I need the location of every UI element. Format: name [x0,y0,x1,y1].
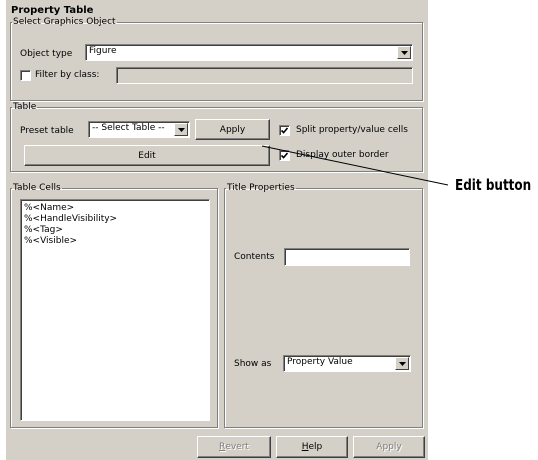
list-item[interactable]: %<Visible> [24,236,209,247]
table-cells-list[interactable]: %<Name> %<HandleVisibility> %<Tag> %<Vis… [20,199,210,421]
contents-label: Contents [234,252,275,262]
help-mnemonic: H [301,442,309,452]
revert-button[interactable]: Revert [197,436,271,458]
help-button[interactable]: Help [276,436,348,458]
contents-input[interactable] [284,248,410,266]
preset-table-label: Preset table [20,126,74,136]
chevron-down-icon[interactable] [395,357,409,370]
dialog-title: Property Table [11,5,94,16]
outer-border-label: Display outer border [296,150,389,160]
filter-by-class-checkbox[interactable] [20,70,31,81]
table-cells-legend: Table Cells [13,183,61,193]
filter-by-class-field [116,67,413,84]
split-cells-checkbox[interactable] [279,125,290,136]
chevron-down-icon[interactable] [397,46,411,59]
show-as-label: Show as [234,359,272,369]
edit-button[interactable]: Edit [24,145,270,166]
preset-table-value: -- Select Table -- [92,123,165,133]
title-properties-legend: Title Properties [227,183,295,193]
revert-label: evert [225,442,249,452]
object-type-label: Object type [20,49,73,59]
select-graphics-object-legend: Select Graphics Object [13,17,116,27]
checkmark-icon [281,127,288,134]
title-properties-group: Title Properties [224,183,423,428]
edit-button-callout-label: Edit button [455,176,532,194]
object-type-value: Figure [89,46,117,56]
preset-table-dropdown[interactable]: -- Select Table -- [88,121,190,138]
apply-preset-button[interactable]: Apply [195,119,270,140]
checkmark-icon [281,152,288,159]
help-label: elp [308,442,323,452]
outer-border-checkbox[interactable] [279,150,290,161]
filter-by-class-label: Filter by class: [35,70,100,80]
apply-button[interactable]: Apply [353,436,425,458]
split-cells-label: Split property/value cells [296,125,408,135]
show-as-dropdown[interactable]: Property Value [283,355,411,372]
table-legend: Table [13,102,37,112]
list-item[interactable]: %<HandleVisibility> [24,214,209,225]
show-as-value: Property Value [287,357,353,367]
list-item[interactable]: %<Name> [24,203,209,214]
property-table-dialog: Property Table Select Graphics Object Ob… [6,0,428,460]
list-item[interactable]: %<Tag> [24,225,209,236]
chevron-down-icon[interactable] [174,123,188,136]
object-type-dropdown[interactable]: Figure [85,44,413,61]
